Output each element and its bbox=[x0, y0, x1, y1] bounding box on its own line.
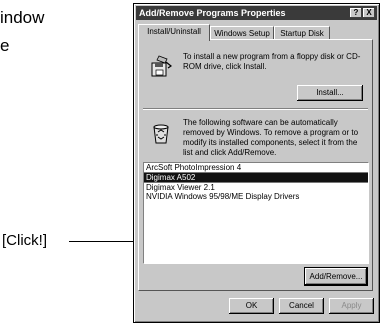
tab-startup-disk[interactable]: Startup Disk bbox=[274, 26, 330, 40]
recycle-bin-icon bbox=[149, 121, 173, 145]
tab-install-uninstall[interactable]: Install/Uninstall bbox=[138, 24, 210, 41]
dialog-title: Add/Remove Programs Properties bbox=[139, 8, 286, 18]
list-item[interactable]: NVIDIA Windows 95/98/ME Display Drivers bbox=[144, 192, 368, 201]
installed-programs-list[interactable]: ArcSoft PhotoImpression 4 Digimax A502 D… bbox=[143, 162, 369, 264]
help-button[interactable]: ? bbox=[350, 8, 362, 18]
add-remove-button[interactable]: Add/Remove... bbox=[305, 268, 367, 285]
apply-button: Apply bbox=[329, 298, 374, 314]
tab-panel: To install a new program from a floppy d… bbox=[138, 39, 373, 291]
list-item[interactable]: ArcSoft PhotoImpression 4 bbox=[144, 163, 368, 172]
tab-windows-setup[interactable]: Windows Setup bbox=[210, 26, 274, 40]
cancel-button[interactable]: Cancel bbox=[279, 298, 324, 314]
dialog-button-row: OK Cancel Apply bbox=[134, 298, 379, 314]
list-item[interactable]: Digimax Viewer 2.1 bbox=[144, 183, 368, 192]
install-instructions: To install a new program from a floppy d… bbox=[183, 52, 361, 71]
add-remove-programs-dialog: Add/Remove Programs Properties ? X Insta… bbox=[133, 3, 380, 323]
list-item-selected[interactable]: Digimax A502 bbox=[144, 172, 368, 183]
section-divider bbox=[143, 108, 368, 110]
close-button[interactable]: X bbox=[363, 8, 375, 18]
remove-instructions: The following software can be automatica… bbox=[183, 118, 359, 157]
dialog-titlebar: Add/Remove Programs Properties ? X bbox=[136, 6, 377, 20]
floppy-install-icon bbox=[149, 54, 173, 78]
click-callout-label: [Click!] bbox=[2, 232, 47, 249]
document-text-line: indow bbox=[0, 8, 45, 27]
ok-button[interactable]: OK bbox=[229, 298, 274, 314]
document-text-line: e bbox=[0, 36, 10, 55]
install-button[interactable]: Install... bbox=[297, 85, 363, 101]
